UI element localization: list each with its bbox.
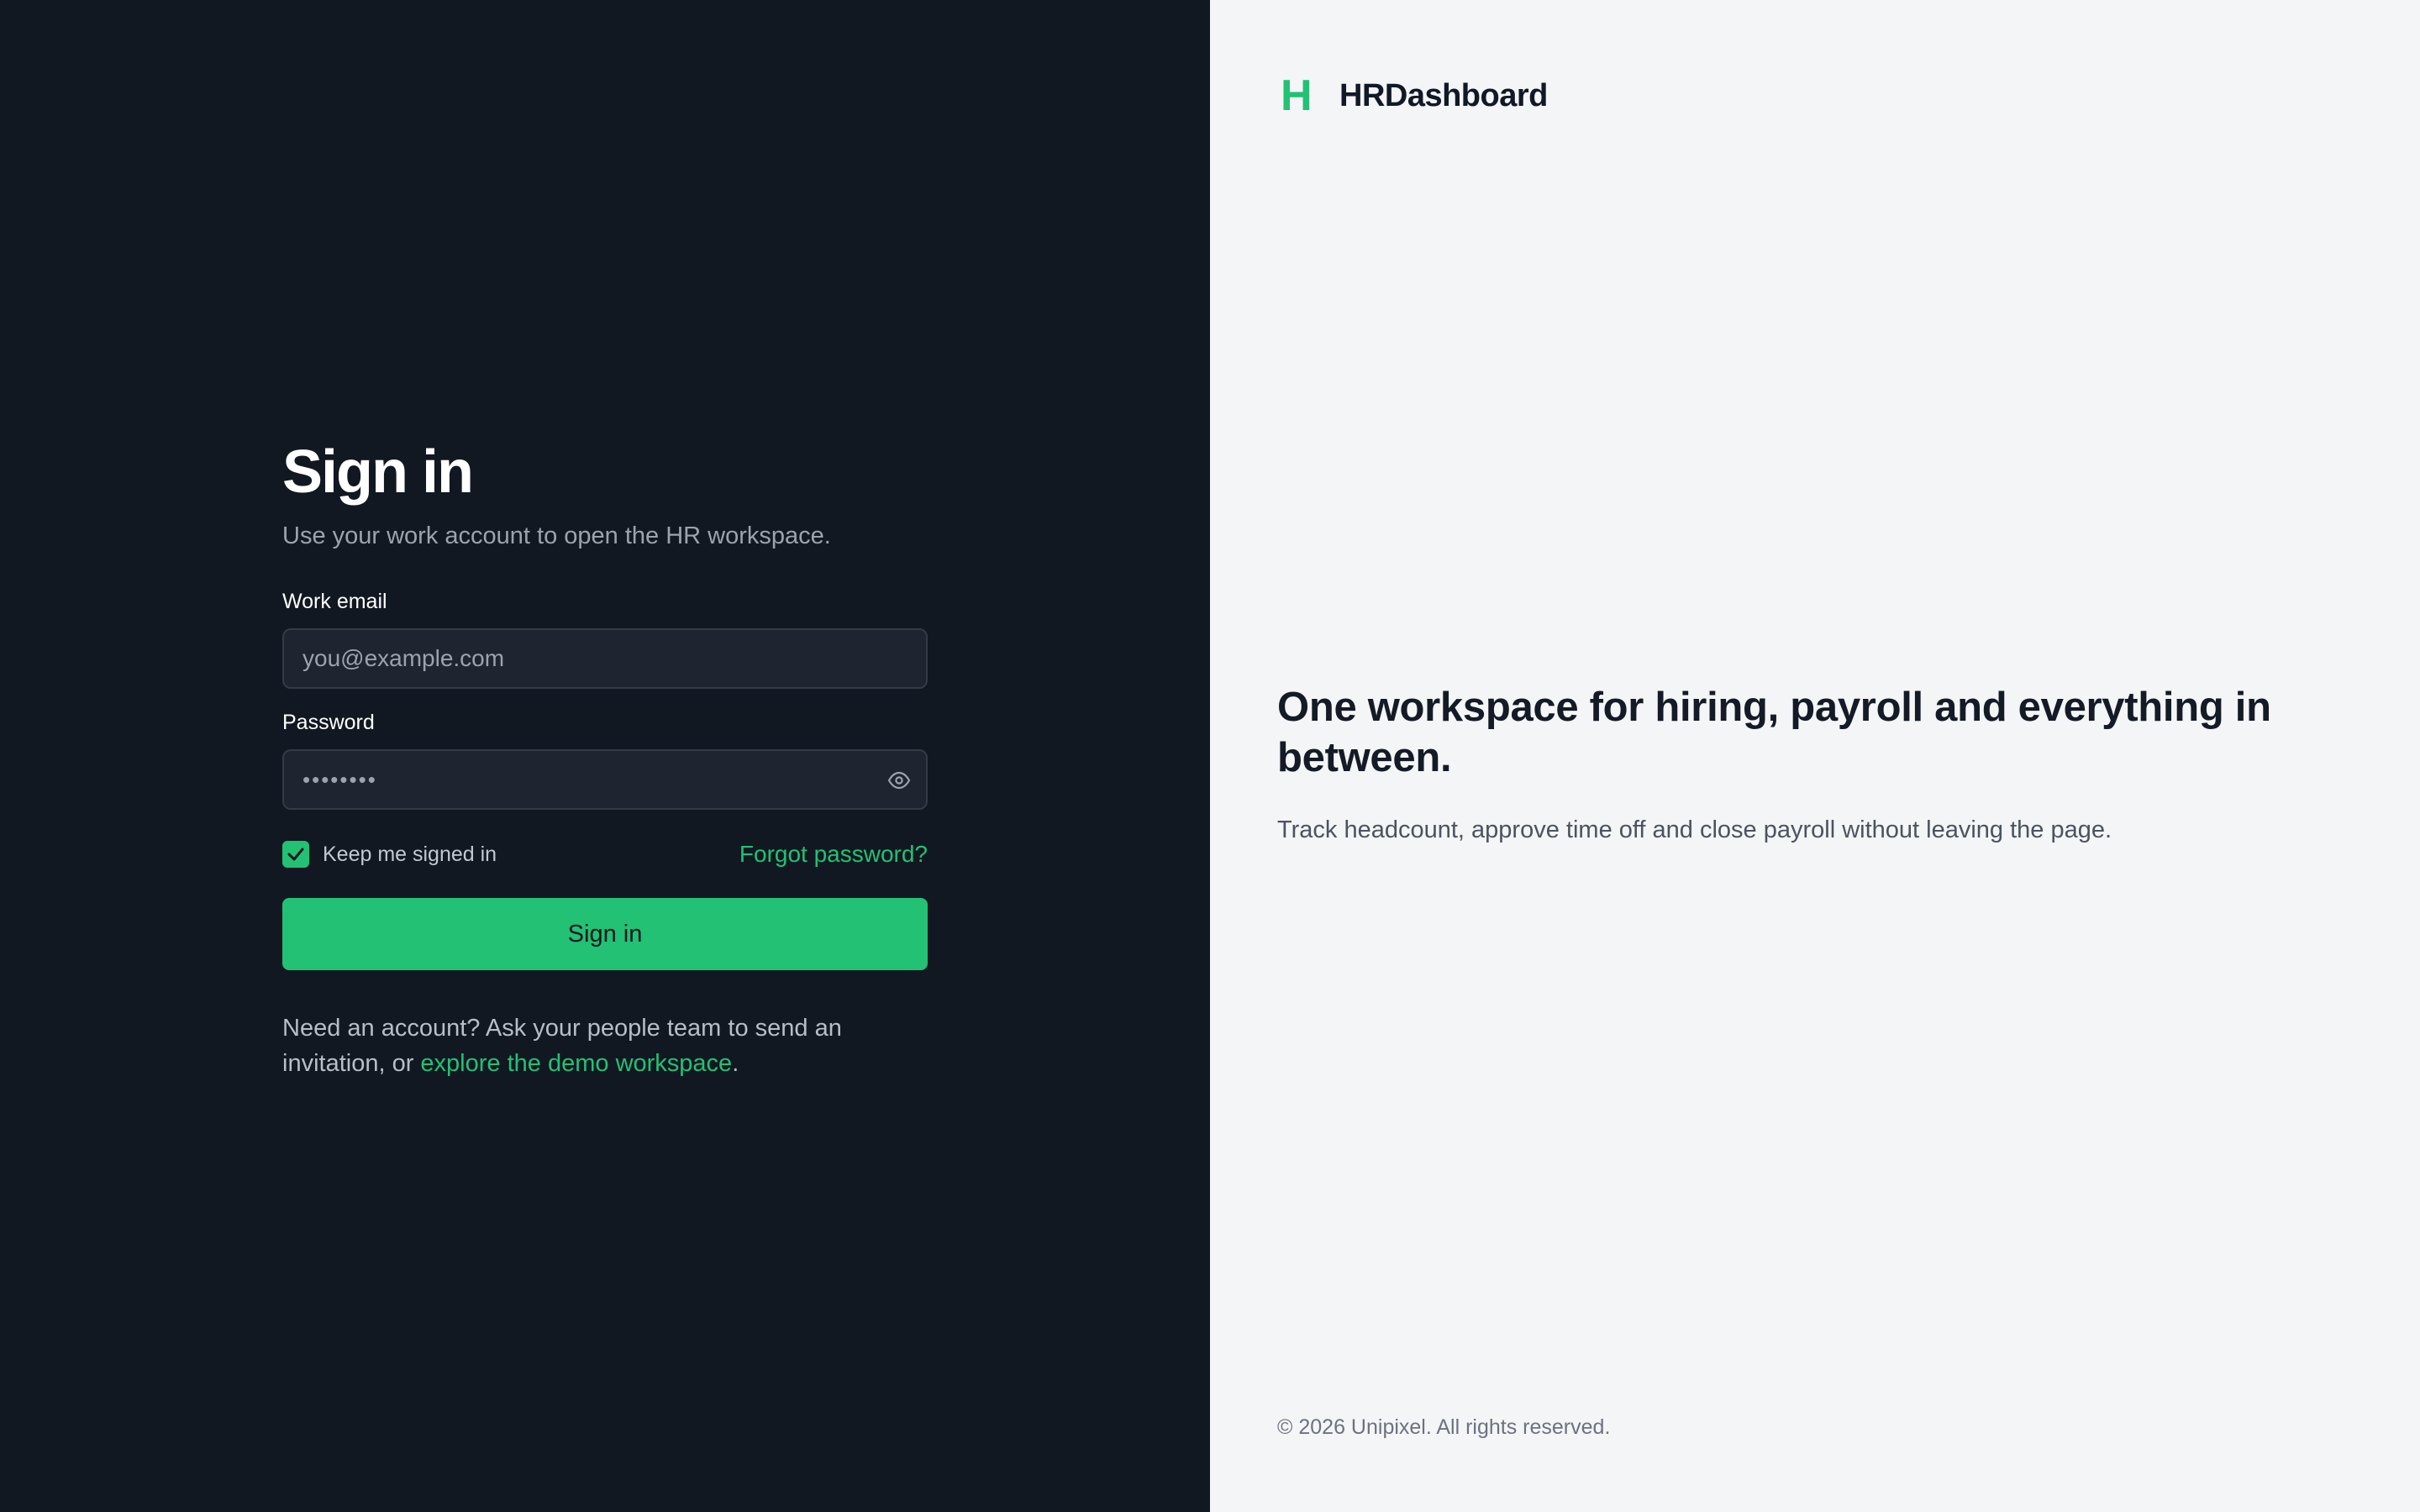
brand-name: HRDashboard [1339,77,1548,113]
copyright: © 2026 Unipixel. All rights reserved. [1277,1415,1611,1439]
password-field[interactable] [284,751,926,808]
signin-panel: Sign in Use your work account to open th… [0,0,1210,1512]
email-field-wrapper [282,628,928,689]
email-label: Work email [282,590,387,613]
logo-icon: H [1281,71,1313,120]
remember-checkbox[interactable] [282,841,309,868]
email-field[interactable] [284,630,926,687]
hero-headline: One workspace for hiring, payroll and ev… [1277,685,2271,780]
eye-icon[interactable] [887,770,911,790]
page-title: Sign in [282,438,474,506]
password-label: Password [282,711,375,734]
forgot-password-link[interactable]: Forgot password? [739,841,928,868]
hero-tagline: Track headcount, approve time off and cl… [1277,816,2112,843]
checkmark-icon [287,848,304,861]
marketing-panel: H HRDashboard One workspace for hiring, … [1210,0,2420,1512]
signup-hint-end: . [732,1050,739,1077]
signin-subtitle: Use your work account to open the HR wor… [282,522,831,549]
brand[interactable]: H HRDashboard [1281,74,1548,118]
login-page: Sign in Use your work account to open th… [0,0,2420,1512]
password-field-wrapper [282,749,928,810]
signin-button[interactable]: Sign in [282,898,928,970]
remember-row: Keep me signed in Forgot password? [282,837,928,868]
demo-workspace-link[interactable]: explore the demo workspace [420,1050,732,1077]
remember-label[interactable]: Keep me signed in [323,843,497,867]
signup-hint: Need an account? Ask your people team to… [282,1011,928,1081]
